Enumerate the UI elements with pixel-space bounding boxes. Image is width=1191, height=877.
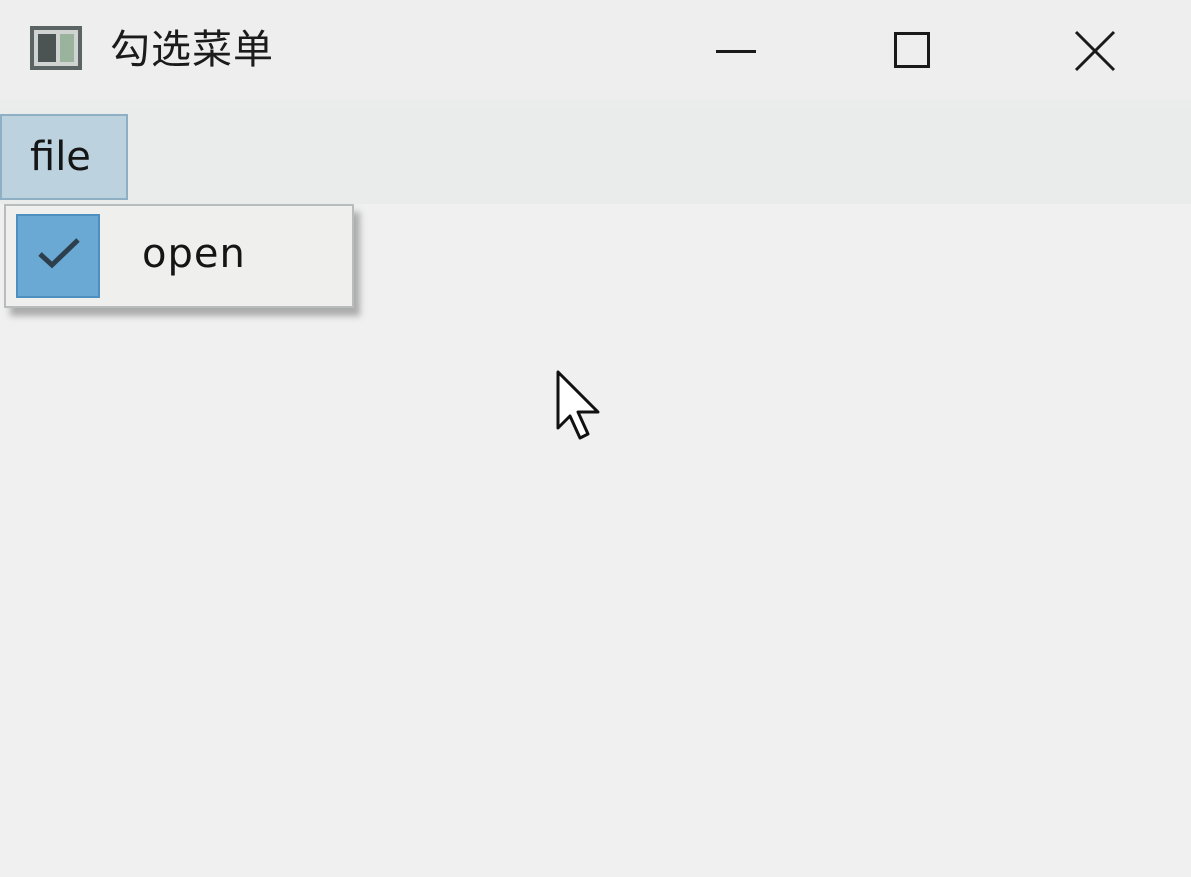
menu-item-open[interactable]: open	[10, 212, 346, 300]
app-window: 勾选菜单 file open	[0, 0, 1191, 877]
close-button[interactable]	[1022, 0, 1172, 100]
file-dropdown-menu: open	[4, 204, 354, 308]
check-indicator	[16, 214, 100, 298]
mouse-cursor-icon	[556, 370, 600, 440]
maximize-icon	[894, 32, 930, 68]
menu-bar: file	[0, 110, 1191, 204]
title-bar[interactable]: 勾选菜单	[0, 0, 1191, 100]
app-icon-left-pane	[38, 34, 56, 62]
checkmark-icon	[38, 238, 80, 269]
maximize-button[interactable]	[838, 0, 988, 100]
app-icon-right-pane	[60, 34, 74, 62]
minimize-icon	[716, 50, 756, 53]
app-icon[interactable]	[30, 26, 82, 70]
close-icon	[1074, 30, 1116, 72]
minimize-button[interactable]	[660, 0, 810, 100]
menu-file[interactable]: file	[0, 114, 128, 200]
menu-item-open-label: open	[142, 231, 246, 277]
window-title: 勾选菜单	[110, 27, 274, 73]
